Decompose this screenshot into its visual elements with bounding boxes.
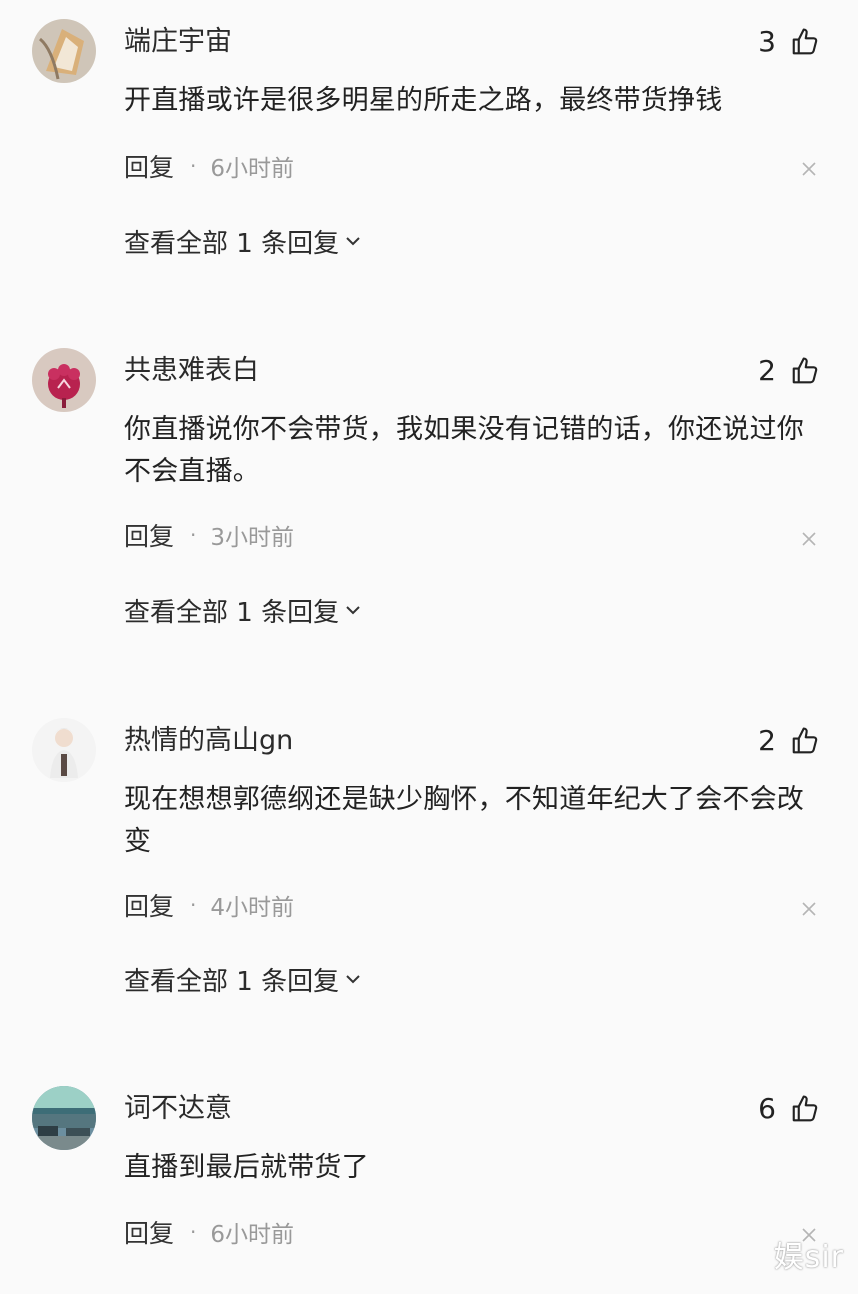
timestamp: 3小时前 [210,525,295,551]
comment-item: 热情的高山gn 2 现在想想郭德纲还是缺少胸怀，不知道年纪大了会不会改变 回复 … [0,699,858,1029]
thumbs-up-icon[interactable] [790,726,820,756]
chevron-down-icon [339,600,363,620]
view-replies-button[interactable]: 查看全部 1 条回复 [124,960,363,998]
thumbs-up-icon[interactable] [790,1094,820,1124]
comment-meta: 回复 · 6小时前 [124,148,294,184]
meta-separator: · [190,523,197,547]
reply-button[interactable]: 回复 [124,517,174,553]
reply-button[interactable]: 回复 [124,887,174,923]
like-control[interactable]: 6 [758,1091,820,1127]
chevron-down-icon [339,231,363,251]
timestamp: 6小时前 [210,156,295,182]
chevron-down-icon [339,969,363,989]
meta-separator: · [190,893,197,917]
comment-text: 开直播或许是很多明星的所走之路，最终带货挣钱 [124,85,723,116]
like-count: 3 [758,25,776,58]
reply-button[interactable]: 回复 [124,1214,174,1250]
timestamp: 6小时前 [210,1222,295,1248]
close-icon[interactable] [800,900,818,918]
comment-item: 共患难表白 2 你直播说你不会带货，我如果没有记错的话，你还说过你不会直播。 回… [0,329,858,659]
avatar[interactable] [32,1086,96,1150]
comment-text: 你直播说你不会带货，我如果没有记错的话，你还说过你不会直播。 [124,414,804,487]
view-replies-label: 查看全部 1 条回复 [124,966,340,997]
like-count: 6 [758,1092,776,1125]
close-icon[interactable] [800,160,818,178]
like-control[interactable]: 3 [758,24,820,60]
view-replies-button[interactable]: 查看全部 1 条回复 [124,222,363,260]
thumbs-up-icon[interactable] [790,27,820,57]
comment-feed: 端庄宇宙 3 开直播或许是很多明星的所走之路，最终带货挣钱 回复 · 6小时前 … [0,0,858,1294]
view-replies-label: 查看全部 1 条回复 [124,228,340,259]
watermark: 娱sir [773,1240,844,1275]
username[interactable]: 共患难表白 [124,353,259,389]
meta-separator: · [190,1220,197,1244]
username[interactable]: 热情的高山gn [124,723,293,759]
avatar[interactable] [32,718,96,782]
like-count: 2 [758,354,776,387]
view-replies-label: 查看全部 1 条回复 [124,597,340,628]
username[interactable]: 词不达意 [124,1091,232,1127]
avatar[interactable] [32,19,96,83]
username[interactable]: 端庄宇宙 [124,24,232,60]
comment-text: 现在想想郭德纲还是缺少胸怀，不知道年纪大了会不会改变 [124,784,804,857]
like-count: 2 [758,724,776,757]
comment-meta: 回复 · 3小时前 [124,517,294,553]
comment-text: 直播到最后就带货了 [124,1152,369,1183]
close-icon[interactable] [800,530,818,548]
reply-button[interactable]: 回复 [124,148,174,184]
comment-meta: 回复 · 6小时前 [124,1214,294,1250]
avatar[interactable] [32,348,96,412]
comment-item: 词不达意 6 直播到最后就带货了 回复 · 6小时前 [0,1067,858,1294]
like-control[interactable]: 2 [758,723,820,759]
like-control[interactable]: 2 [758,353,820,389]
thumbs-up-icon[interactable] [790,356,820,386]
timestamp: 4小时前 [210,895,295,921]
view-replies-button[interactable]: 查看全部 1 条回复 [124,591,363,629]
comment-item: 端庄宇宙 3 开直播或许是很多明星的所走之路，最终带货挣钱 回复 · 6小时前 … [0,0,858,290]
comment-meta: 回复 · 4小时前 [124,887,294,923]
meta-separator: · [190,154,197,178]
